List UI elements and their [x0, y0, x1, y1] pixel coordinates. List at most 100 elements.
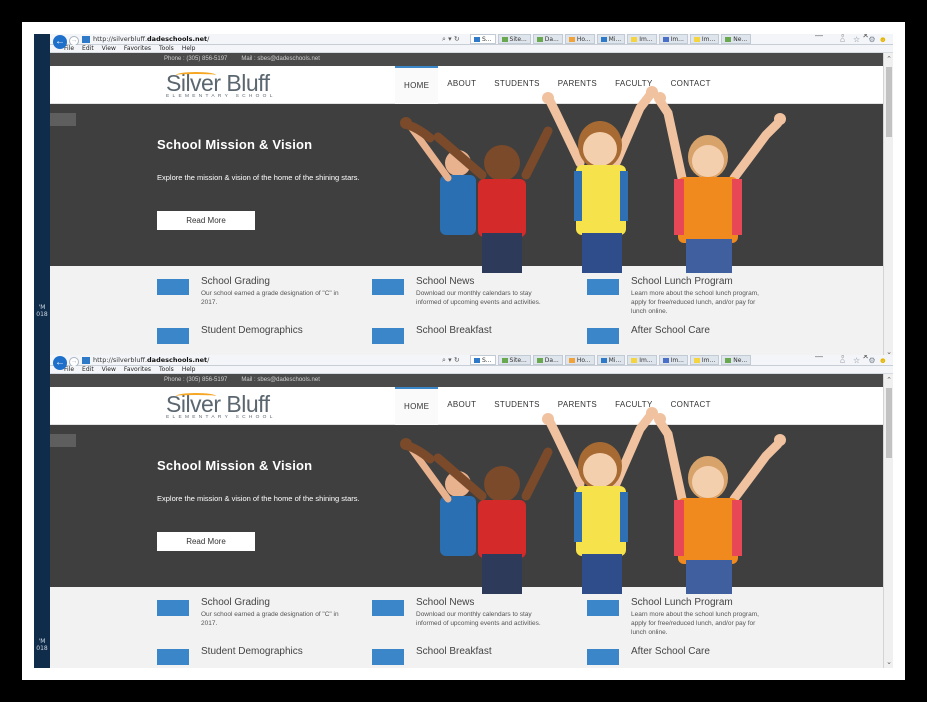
menu-favorites[interactable]: Favorites — [124, 45, 151, 52]
browser-tab[interactable]: Im... — [689, 34, 720, 44]
browser-tab[interactable]: Mi... — [596, 355, 626, 365]
features-section: School Grading Our school earned a grade … — [50, 266, 883, 358]
browser-tab[interactable]: Im... — [658, 34, 688, 44]
browser-tab[interactable]: Site... — [497, 355, 531, 365]
feature-title[interactable]: School News — [416, 597, 474, 608]
toolbar-icons[interactable]: ⌂ ☆ ⚙☻ — [840, 35, 890, 44]
feature-title[interactable]: Student Demographics — [201, 646, 303, 657]
school-logo[interactable]: Silver Bluff ELEMENTARY SCHOOL — [166, 393, 276, 421]
url-field[interactable]: http://silverbluff.dadeschools.net/ — [93, 356, 209, 364]
feature-title[interactable]: School Grading — [201, 276, 270, 287]
browser-tab[interactable]: Ne... — [721, 355, 752, 365]
vertical-scrollbar[interactable]: ⌃ ⌄ — [883, 53, 893, 358]
feature-title[interactable]: School News — [416, 276, 474, 287]
browser-tab[interactable]: Im... — [658, 355, 688, 365]
feature-icon — [157, 328, 189, 344]
hands — [400, 438, 412, 450]
toolbar-icons[interactable]: ⌂ ☆ ⚙☻ — [840, 356, 890, 365]
menu-edit[interactable]: Edit — [82, 366, 94, 373]
tab-label: Im... — [701, 36, 716, 43]
feedback-smiley-icon[interactable]: ☻ — [879, 356, 890, 365]
read-more-button[interactable]: Read More — [157, 211, 255, 230]
feature-icon — [372, 328, 404, 344]
mail-link[interactable]: Mail : sbes@dadeschools.net — [241, 377, 319, 383]
feature-icon — [157, 600, 189, 616]
menu-favorites[interactable]: Favorites — [124, 366, 151, 373]
feature-icon — [372, 279, 404, 295]
tab-label: Ho... — [576, 357, 591, 364]
search-refresh-icon[interactable]: ⌕ ▾ ↻ — [442, 35, 460, 44]
home-star-gear-icon[interactable]: ⌂ ☆ ⚙ — [840, 356, 879, 365]
menu-tools[interactable]: Tools — [159, 45, 174, 52]
feature-title[interactable]: School Grading — [201, 597, 270, 608]
tab-label: Im... — [701, 357, 716, 364]
browser-tab[interactable]: S... — [470, 34, 496, 44]
feature-title[interactable]: School Breakfast — [416, 646, 492, 657]
search-refresh-icon[interactable]: ⌕ ▾ ↻ — [442, 356, 460, 365]
tab-favicon-icon — [600, 37, 607, 42]
browser-window: ← → http://silverbluff.dadeschools.net/ … — [50, 355, 893, 668]
back-icon[interactable]: ← — [53, 356, 67, 370]
slider-control[interactable] — [50, 434, 76, 447]
browser-tab[interactable]: Im... — [689, 355, 720, 365]
feature-icon — [372, 600, 404, 616]
scroll-down-icon[interactable]: ⌄ — [884, 658, 893, 666]
vertical-scrollbar[interactable]: ⌃ ⌄ — [883, 374, 893, 668]
url-domain: dadeschools.net — [147, 35, 208, 43]
menu-tools[interactable]: Tools — [159, 366, 174, 373]
feature-title[interactable]: School Breakfast — [416, 325, 492, 336]
browser-tab[interactable]: Ne... — [721, 34, 752, 44]
menu-help[interactable]: Help — [182, 366, 196, 373]
browser-tab[interactable]: S... — [470, 355, 496, 365]
browser-tab[interactable]: Ho... — [564, 34, 595, 44]
scroll-up-icon[interactable]: ⌃ — [884, 376, 893, 384]
feature-icon — [372, 649, 404, 665]
screen-capture-bottom: 'M 018 ← → http://silverbluff.dadeschools… — [34, 355, 893, 668]
browser-tab[interactable]: Im... — [627, 355, 657, 365]
url-field[interactable]: http://silverbluff.dadeschools.net/ — [93, 35, 209, 43]
feature-title[interactable]: After School Care — [631, 646, 710, 657]
scroll-thumb[interactable] — [886, 67, 892, 137]
browser-tab[interactable]: Im... — [627, 34, 657, 44]
home-star-gear-icon[interactable]: ⌂ ☆ ⚙ — [840, 35, 879, 44]
feature-title[interactable]: School Lunch Program — [631, 597, 733, 608]
menu-help[interactable]: Help — [182, 45, 196, 52]
tab-label: Site... — [509, 36, 527, 43]
menu-edit[interactable]: Edit — [82, 45, 94, 52]
scroll-up-icon[interactable]: ⌃ — [884, 55, 893, 63]
address-bar: ← → http://silverbluff.dadeschools.net/ … — [50, 355, 893, 370]
tab-favicon-icon — [631, 37, 638, 42]
url-prefix: http://silverbluff. — [93, 356, 148, 364]
back-icon[interactable]: ← — [53, 35, 67, 49]
feature-description: Download our monthly calendars to stay i… — [416, 611, 541, 627]
tab-favicon-icon — [662, 358, 669, 363]
hero-text: Explore the mission & vision of the home… — [157, 173, 360, 182]
menu-view[interactable]: View — [102, 45, 116, 52]
browser-tab[interactable]: Da... — [532, 355, 563, 365]
feedback-smiley-icon[interactable]: ☻ — [879, 35, 890, 44]
browser-tab[interactable]: Mi... — [596, 34, 626, 44]
feature-title[interactable]: School Lunch Program — [631, 276, 733, 287]
feature-icon — [587, 649, 619, 665]
browser-tab[interactable]: Site... — [497, 34, 531, 44]
scroll-thumb[interactable] — [886, 388, 892, 458]
child-figure — [545, 90, 655, 273]
tab-favicon-icon — [693, 358, 700, 363]
taskbar-strip: 'M 018 — [34, 34, 50, 358]
browser-tab[interactable]: Ho... — [564, 355, 595, 365]
feature-icon — [587, 328, 619, 344]
features-section: School Grading Our school earned a grade … — [50, 587, 883, 668]
feature-icon — [587, 600, 619, 616]
slider-control[interactable] — [50, 113, 76, 126]
feature-title[interactable]: Student Demographics — [201, 325, 303, 336]
screen-capture-top: 'M 018 ← → http://silverbluff.dadeschools… — [34, 34, 893, 358]
mail-link[interactable]: Mail : sbes@dadeschools.net — [241, 56, 319, 62]
browser-tab[interactable]: Da... — [532, 34, 563, 44]
read-more-button[interactable]: Read More — [157, 532, 255, 551]
school-logo[interactable]: Silver Bluff ELEMENTARY SCHOOL — [166, 72, 276, 100]
tab-label: S... — [482, 36, 492, 43]
feature-title[interactable]: After School Care — [631, 325, 710, 336]
tab-label: Mi... — [608, 36, 622, 43]
menu-view[interactable]: View — [102, 366, 116, 373]
tab-favicon-icon — [600, 358, 607, 363]
